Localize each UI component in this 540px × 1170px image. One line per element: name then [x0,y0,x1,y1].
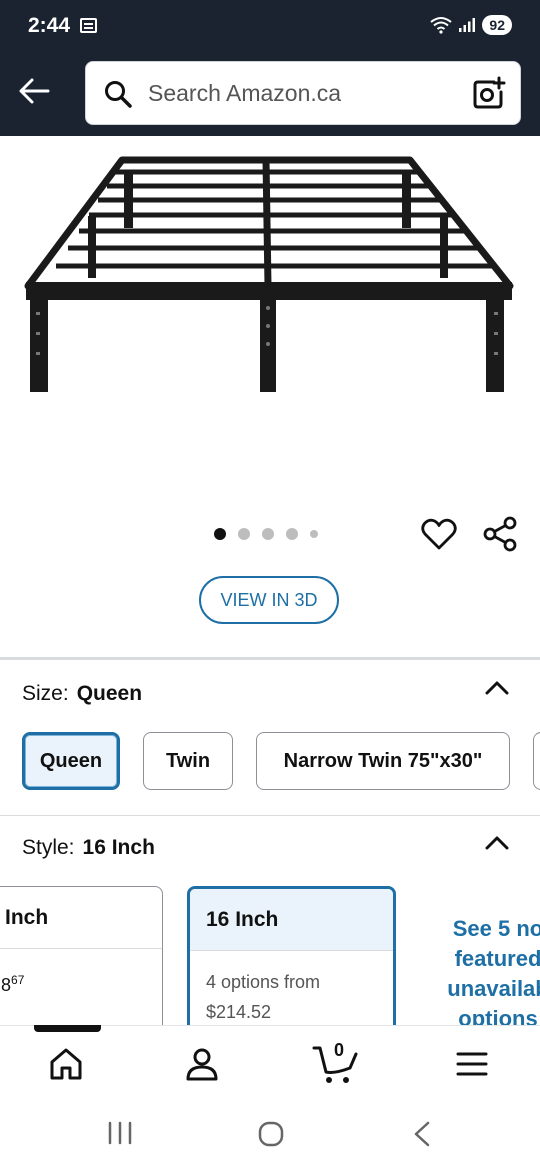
size-option-twin[interactable]: Twin [143,732,233,790]
size-label-key: Size: [22,682,69,705]
carousel-dot[interactable] [286,528,298,540]
carousel-dot[interactable] [238,528,250,540]
back-icon[interactable] [410,1120,434,1148]
active-tab-indicator [34,1025,101,1032]
image-carousel-dots[interactable] [214,528,318,540]
app-header: Search Amazon.ca [0,55,540,136]
status-bar: 2:44 92 [0,0,540,55]
cart-button[interactable]: 0 [312,1040,360,1086]
signal-icon [459,18,476,32]
chevron-up-icon[interactable] [484,835,510,851]
bottom-nav-bar: 0 [0,1025,540,1098]
style-option-card[interactable]: Inch 867 [0,886,163,1036]
size-label: Size: Queen [22,682,142,706]
see-more-line: unavailab [447,976,540,1001]
home-icon[interactable] [46,1044,86,1084]
section-divider [0,657,540,660]
account-icon[interactable] [182,1044,222,1084]
chevron-up-icon[interactable] [484,680,510,696]
style-option-price: 867 [0,949,162,1016]
style-option-from-price: $214.52 [206,1002,272,1022]
calendar-icon [80,18,97,33]
carousel-dot[interactable] [262,528,274,540]
heart-icon[interactable] [421,517,457,551]
carousel-dot[interactable] [214,528,226,540]
see-more-line: featured [454,946,540,971]
view-in-3d-button[interactable]: VIEW IN 3D [199,576,339,624]
size-option-narrow-twin[interactable]: Narrow Twin 75"x30" [256,732,510,790]
battery-icon: 92 [482,15,512,35]
size-selected-value: Queen [76,682,143,705]
search-input[interactable]: Search Amazon.ca [148,80,341,107]
style-option-title: Inch [0,887,162,949]
recent-apps-icon[interactable] [106,1120,134,1146]
status-time: 2:44 [28,14,71,37]
share-icon[interactable] [482,516,518,552]
status-right-group: 92 [430,15,512,35]
back-arrow-icon[interactable] [16,75,52,107]
style-label-key: Style: [22,836,75,859]
home-circle-icon[interactable] [257,1120,285,1148]
wifi-icon [430,17,453,34]
style-option-options-count: 4 options from [206,972,321,992]
style-option-card-16-inch[interactable]: 16 Inch 4 options from $214.52 [187,886,396,1036]
camera-icon[interactable] [472,76,506,110]
app-screen: 2:44 92 Search Amazon.ca VIEW IN 3D Size… [0,0,540,1170]
search-icon [105,81,132,108]
style-label: Style: 16 Inch [22,836,155,860]
size-options: Queen Twin Narrow Twin 75"x30" [22,732,540,792]
style-option-price: 4 options from $214.52 [190,951,393,1033]
style-selected-value: 16 Inch [82,836,155,859]
see-more-line: See 5 no [452,916,540,941]
section-divider [0,815,540,816]
carousel-dot[interactable] [310,530,318,538]
size-option-more[interactable] [533,732,540,790]
see-unavailable-options-link[interactable]: See 5 no featured unavailab options [438,914,540,1034]
cart-count: 0 [334,1040,345,1060]
system-nav-bar [0,1098,540,1170]
menu-icon[interactable] [452,1044,492,1084]
price-whole: 8 [1,975,12,995]
style-option-title: 16 Inch [190,889,393,951]
product-image[interactable] [0,136,540,506]
search-bar[interactable]: Search Amazon.ca [85,61,521,125]
price-fraction: 67 [11,973,25,987]
size-option-queen[interactable]: Queen [22,732,120,790]
